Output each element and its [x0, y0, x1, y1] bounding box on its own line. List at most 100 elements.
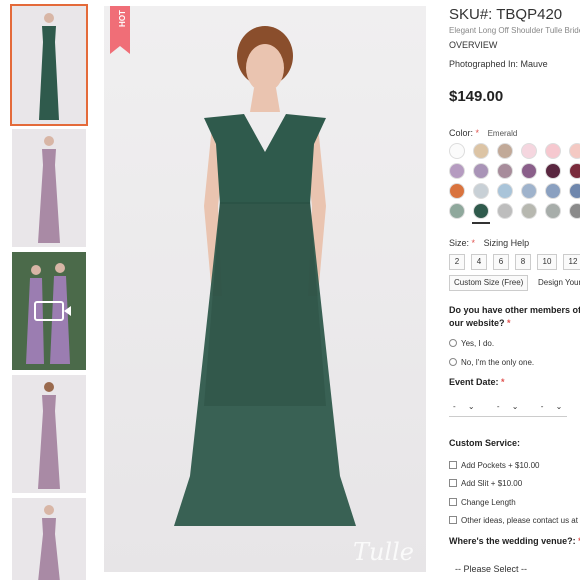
selected-color: Emerald — [487, 129, 518, 138]
size-option-4[interactable]: 4 — [471, 254, 487, 270]
radio-yes[interactable]: Yes, I do. — [449, 339, 494, 348]
main-product-image[interactable]: HOT Tulle — [104, 6, 426, 572]
color-swatch[interactable] — [473, 163, 489, 179]
color-swatch[interactable] — [449, 143, 465, 159]
hot-badge-text: HOT — [117, 10, 127, 27]
color-swatch[interactable] — [569, 143, 580, 159]
year-select-value: - — [540, 402, 544, 411]
radio-circle[interactable] — [449, 339, 457, 347]
venue-label-row: Where's the wedding venue?: * — [449, 536, 580, 546]
checkbox-box[interactable] — [449, 516, 457, 524]
color-swatch[interactable] — [521, 203, 537, 219]
checkbox-other-label: Other ideas, please contact us at — [461, 516, 578, 525]
radio-no[interactable]: No, I'm the only one. — [449, 358, 534, 367]
month-select[interactable]: - ⌄ — [453, 402, 485, 411]
event-date-label: Event Date: — [449, 377, 499, 387]
chevron-down-icon: ⌄ — [555, 402, 563, 411]
color-swatch[interactable] — [569, 183, 580, 199]
thumbnail-1[interactable] — [10, 4, 88, 126]
custom-service-label: Custom Service: — [449, 438, 521, 448]
color-swatch[interactable] — [497, 163, 513, 179]
dress-thumbnail-image — [38, 136, 60, 243]
chevron-down-icon: ⌄ — [467, 402, 475, 411]
color-swatch[interactable] — [521, 143, 537, 159]
price: $149.00 — [449, 88, 504, 105]
day-select[interactable]: - ⌄ — [497, 402, 529, 411]
brand-watermark: Tulle — [352, 538, 414, 566]
sku-value: TBQP420 — [496, 6, 563, 23]
model-dress-image — [174, 26, 356, 526]
event-date-label-row: Event Date: * — [449, 377, 505, 387]
venue-select[interactable]: -- Please Select -- — [455, 564, 527, 574]
color-swatch[interactable] — [497, 183, 513, 199]
size-option-8[interactable]: 8 — [515, 254, 531, 270]
color-swatch[interactable] — [449, 163, 465, 179]
design-your-own-button[interactable]: Design Your — [538, 275, 580, 291]
sku-label: SKU#: — [449, 6, 493, 23]
size-option-6[interactable]: 6 — [493, 254, 509, 270]
selected-swatch-indicator — [472, 222, 490, 224]
required-mark: * — [475, 128, 480, 138]
video-icon — [34, 301, 71, 321]
bridal-party-question: Do you have other members of our website… — [449, 304, 580, 330]
product-subtitle: Elegant Long Off Shoulder Tulle Brides — [449, 26, 580, 35]
overview-link[interactable]: OVERVIEW — [449, 40, 497, 50]
required-mark: * — [471, 238, 476, 248]
hot-badge: HOT — [110, 6, 130, 54]
color-swatch[interactable] — [545, 143, 561, 159]
size-label-row: Size: * Sizing Help — [449, 238, 529, 248]
radio-yes-label: Yes, I do. — [461, 339, 495, 348]
thumbnail-2[interactable] — [12, 129, 86, 247]
thumbnail-5[interactable] — [12, 498, 86, 580]
size-option-10[interactable]: 10 — [537, 254, 557, 270]
event-date-selects: - ⌄ - ⌄ - ⌄ — [453, 402, 580, 411]
checkbox-pockets[interactable]: Add Pockets + $10.00 — [449, 461, 540, 470]
dress-thumbnail-image — [38, 382, 60, 489]
venue-label: Where's the wedding venue?: — [449, 536, 576, 546]
color-swatch[interactable] — [449, 203, 465, 219]
checkbox-box[interactable] — [449, 461, 457, 469]
chevron-down-icon: ⌄ — [511, 402, 519, 411]
checkbox-box[interactable] — [449, 498, 457, 506]
size-option-12[interactable]: 12 — [563, 254, 580, 270]
color-swatch[interactable] — [497, 203, 513, 219]
sizing-help-link[interactable]: Sizing Help — [484, 238, 530, 248]
checkbox-slit-label: Add Slit + $10.00 — [461, 479, 523, 488]
color-label: Color: — [449, 128, 474, 138]
required-mark: * — [501, 377, 505, 387]
color-swatch[interactable] — [569, 203, 580, 219]
thumbnail-4[interactable] — [12, 375, 86, 493]
size-label: Size: — [449, 238, 470, 248]
thumbnail-video[interactable] — [12, 252, 86, 370]
checkbox-other[interactable]: Other ideas, please contact us at — [449, 516, 578, 525]
radio-circle[interactable] — [449, 358, 457, 366]
radio-no-label: No, I'm the only one. — [461, 358, 535, 367]
date-divider — [449, 416, 567, 417]
size-option-2[interactable]: 2 — [449, 254, 465, 270]
checkbox-slit[interactable]: Add Slit + $10.00 — [449, 479, 522, 488]
checkbox-length[interactable]: Change Length — [449, 498, 516, 507]
thumbnail-column — [10, 4, 88, 580]
color-swatch[interactable] — [521, 163, 537, 179]
checkbox-length-label: Change Length — [461, 498, 516, 507]
year-select[interactable]: - ⌄ — [541, 402, 573, 411]
day-select-value: - — [496, 402, 500, 411]
color-swatch[interactable] — [449, 183, 465, 199]
month-select-value: - — [453, 402, 456, 411]
color-swatch[interactable] — [497, 143, 513, 159]
color-swatch[interactable] — [473, 183, 489, 199]
photographed-in: Photographed In: Mauve — [449, 59, 548, 69]
color-swatch[interactable] — [521, 183, 537, 199]
dress-thumbnail-image — [39, 13, 59, 120]
color-label-row: Color: * Emerald — [449, 128, 517, 138]
custom-size-button[interactable]: Custom Size (Free) — [449, 275, 529, 291]
color-swatch[interactable] — [473, 203, 489, 219]
color-swatch[interactable] — [569, 163, 580, 179]
color-swatch[interactable] — [473, 143, 489, 159]
product-info-panel: SKU#: TBQP420 Elegant Long Off Shoulder … — [449, 6, 580, 580]
color-swatch[interactable] — [545, 183, 561, 199]
sku-line: SKU#: TBQP420 — [449, 6, 562, 23]
color-swatch[interactable] — [545, 203, 561, 219]
checkbox-box[interactable] — [449, 479, 457, 487]
color-swatch[interactable] — [545, 163, 561, 179]
